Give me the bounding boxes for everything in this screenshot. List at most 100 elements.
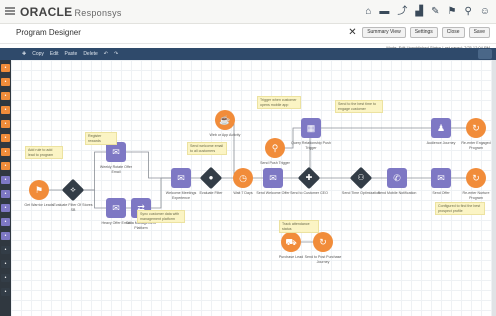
email-1[interactable]: ✉ xyxy=(106,142,126,162)
calendar-icon[interactable]: • xyxy=(1,78,10,86)
end-1[interactable]: ↻ xyxy=(466,118,486,138)
inbox-icon[interactable]: ▬ xyxy=(379,6,389,18)
toolbar-item[interactable]: Delete xyxy=(83,50,97,58)
chart-icon[interactable]: ▟ xyxy=(415,6,423,18)
page-title: Program Designer xyxy=(16,28,81,37)
email-3[interactable]: ✉ xyxy=(171,168,191,188)
sticky-note[interactable]: Add rule to add lead to program xyxy=(25,146,63,159)
product-name: Responsys xyxy=(74,8,122,18)
end-3-icon: ↻ xyxy=(319,237,327,247)
list-icon[interactable]: • xyxy=(1,120,10,128)
trigger-1[interactable]: ☕ xyxy=(215,110,235,130)
web-icon[interactable]: • xyxy=(1,218,10,226)
menu-icon[interactable] xyxy=(5,7,15,15)
sticky-note[interactable]: Register rewards xyxy=(85,132,117,145)
close-button[interactable]: Close xyxy=(441,27,465,38)
node-label: Send Push Trigger xyxy=(260,161,290,165)
toolbar-item[interactable]: Edit xyxy=(50,50,59,58)
trigger-3[interactable]: ⛟ xyxy=(281,232,301,252)
switch-icon[interactable]: • xyxy=(1,274,10,282)
node-label: Send Time Optimization xyxy=(341,191,381,195)
brand-name: ORACLE xyxy=(20,5,73,19)
decision-2[interactable]: ● xyxy=(199,166,223,190)
email-5[interactable]: ✆ xyxy=(387,168,407,188)
search-icon[interactable]: ⚲ xyxy=(464,6,471,18)
scrollbar[interactable] xyxy=(492,60,496,316)
sticky-note[interactable]: Configured to find the best prospect pro… xyxy=(435,202,485,215)
share-icon[interactable]: ⤴ xyxy=(397,6,407,18)
audience-1[interactable]: ▦ xyxy=(301,118,321,138)
save-button[interactable]: Save xyxy=(468,27,490,38)
toolbar-item[interactable]: ✚ xyxy=(22,50,26,58)
tools-icon[interactable]: ✎ xyxy=(431,6,439,18)
node-label: Weekly Rotate Offer Email xyxy=(99,165,133,174)
email-4-icon: ✉ xyxy=(269,173,277,183)
audience-icon[interactable]: • xyxy=(1,232,10,240)
node-label: Send Welcome Offer xyxy=(256,191,290,195)
home-icon[interactable]: ⌂ xyxy=(365,6,371,18)
node-label: Evaluate Filter Of Stores SB xyxy=(53,203,93,212)
email-6[interactable]: ✉ xyxy=(431,168,451,188)
toolbar: ✚ Copy Edit Paste Delete ↶ ↷ xyxy=(0,48,496,60)
email-4[interactable]: ✉ xyxy=(263,168,283,188)
decision-1[interactable]: ⟡ xyxy=(61,178,85,202)
decision-3[interactable]: ✚ xyxy=(297,166,321,190)
start-node[interactable]: ⚑ xyxy=(29,180,49,200)
form-icon[interactable]: • xyxy=(1,92,10,100)
event-icon[interactable]: • xyxy=(1,106,10,114)
audience-1-icon: ▦ xyxy=(306,123,316,133)
tag-icon[interactable]: • xyxy=(1,162,10,170)
summary-view-button[interactable]: Summary View xyxy=(362,27,406,38)
flag-icon[interactable]: ⚑ xyxy=(447,6,456,18)
settings-button[interactable]: Settings xyxy=(409,27,438,38)
close-icon[interactable]: ✕ xyxy=(348,27,358,38)
trigger-2[interactable]: ⚲ xyxy=(265,138,285,158)
sticky-note[interactable]: Track attendance status xyxy=(279,220,319,233)
sms-icon[interactable]: • xyxy=(1,190,10,198)
header-buttons: ✕ Summary View Settings Close Save xyxy=(348,27,490,38)
audience-2-icon: ♟ xyxy=(436,123,446,133)
trigger-1-icon: ☕ xyxy=(219,115,231,125)
node-label: Audience Journey xyxy=(426,141,456,145)
event-1[interactable]: ◷ xyxy=(233,168,253,188)
brand: ORACLE Responsys xyxy=(20,5,122,19)
email-6-icon: ✉ xyxy=(437,173,445,183)
end-icon[interactable]: • xyxy=(1,288,10,296)
toolbar-toggle[interactable] xyxy=(478,49,492,59)
sticky-note[interactable]: Trigger when customer opens mobile app xyxy=(257,96,301,109)
node-label: Re-enter Engaged Program xyxy=(461,141,491,150)
toolbar-item[interactable]: Copy xyxy=(32,50,44,58)
toolbar-item[interactable]: ↷ xyxy=(114,50,118,58)
toolbar-item[interactable]: Paste xyxy=(65,50,78,58)
email-5-icon: ✆ xyxy=(393,173,401,183)
decision-1-icon: ⟡ xyxy=(70,185,76,194)
push-icon[interactable]: • xyxy=(1,204,10,212)
sticky-note[interactable]: Send to the best time to engage customer xyxy=(335,100,383,113)
sticky-note[interactable]: Sync customer data with management platf… xyxy=(137,210,185,223)
toolbar-item[interactable]: ↶ xyxy=(104,50,108,58)
user-icon[interactable]: ☺ xyxy=(480,6,490,18)
trigger-icon[interactable]: • xyxy=(1,148,10,156)
node-label: Send Mobile Notification xyxy=(377,191,417,195)
email-2[interactable]: ✉ xyxy=(106,198,126,218)
sticky-note[interactable]: Send welcome email to all customers xyxy=(187,142,227,155)
end-2[interactable]: ↻ xyxy=(466,168,486,188)
top-icons: ⌂ ▬ ⤴ ▟ ✎ ⚑ ⚲ ☺ xyxy=(365,6,490,18)
event-1-icon: ◷ xyxy=(239,173,247,183)
decision-4[interactable]: ⚇ xyxy=(349,166,373,190)
node-label: Re-enter Nurture Program xyxy=(462,191,490,200)
node-label: Send to Customer CEO xyxy=(290,191,328,195)
audience-2[interactable]: ♟ xyxy=(431,118,451,138)
program-canvas[interactable]: ⚑ Get Warrior Leads ⟡ Evaluate Filter Of St… xyxy=(11,60,496,316)
top-bar: ORACLE Responsys ⌂ ▬ ⤴ ▟ ✎ ⚑ ⚲ ☺ xyxy=(0,0,496,24)
node-label: Send to Post Purchase Journey xyxy=(304,255,342,264)
email-icon[interactable]: • xyxy=(1,176,10,184)
program-icon[interactable]: • xyxy=(1,134,10,142)
decision-3-icon: ✚ xyxy=(305,173,313,182)
data-icon[interactable]: • xyxy=(1,246,10,254)
end-3[interactable]: ↻ xyxy=(313,232,333,252)
wait-icon[interactable]: • xyxy=(1,260,10,268)
filter-icon[interactable]: • xyxy=(1,64,10,72)
email-1-icon: ✉ xyxy=(112,147,120,157)
node-label: Web or App Activity xyxy=(209,133,241,137)
